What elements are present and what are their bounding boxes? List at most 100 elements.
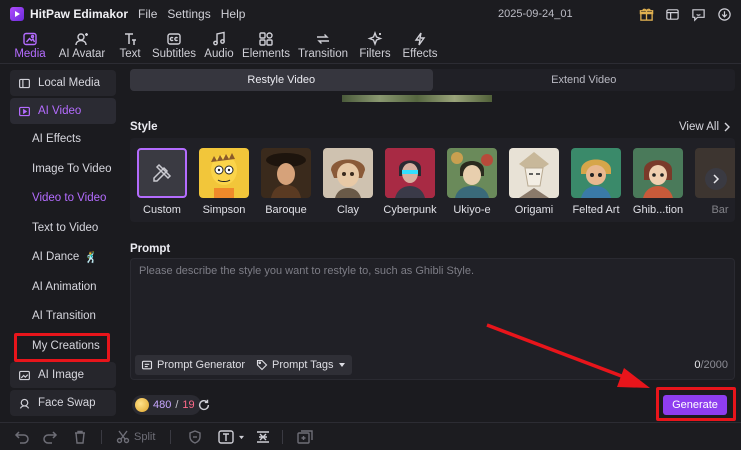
undo-icon[interactable] bbox=[14, 429, 30, 445]
tab-filters[interactable]: Filters bbox=[353, 28, 397, 64]
tab-restyle-video[interactable]: Restyle Video bbox=[130, 69, 433, 91]
delete-icon[interactable] bbox=[73, 429, 87, 445]
style-label: Felted Art bbox=[572, 204, 620, 216]
sidebar-item-image-to-video[interactable]: Image To Video bbox=[10, 156, 116, 182]
sidebar-item-label: AI Image bbox=[38, 369, 85, 381]
character-counter: 0/2000 bbox=[694, 359, 728, 371]
refresh-icon[interactable] bbox=[196, 397, 212, 413]
style-label: Cyberpunk bbox=[383, 204, 437, 216]
sidebar-item-video-to-video[interactable]: Video to Video bbox=[10, 185, 116, 211]
download-icon[interactable] bbox=[715, 5, 733, 23]
credits-available: 480 bbox=[153, 399, 172, 411]
gallery-next-button[interactable] bbox=[705, 168, 727, 190]
tab-transition[interactable]: Transition bbox=[293, 28, 353, 64]
prompt-generator-dropdown[interactable]: Prompt Generator bbox=[135, 355, 264, 375]
prompt-input[interactable] bbox=[135, 261, 730, 349]
split-button[interactable]: Split bbox=[116, 429, 155, 445]
tab-subtitles[interactable]: Subtitles bbox=[149, 28, 199, 64]
style-thumb-image bbox=[447, 148, 497, 198]
credits-badge: 480/19 bbox=[132, 395, 201, 415]
tab-extend-video[interactable]: Extend Video bbox=[433, 69, 736, 91]
style-card-ghibli[interactable]: Ghib...tion bbox=[632, 148, 684, 216]
sidebar-item-label: AI Video bbox=[38, 105, 82, 117]
face-swap-icon bbox=[16, 395, 32, 411]
view-all-link[interactable]: View All bbox=[679, 121, 731, 133]
tab-audio[interactable]: Audio bbox=[199, 28, 239, 64]
prompt-tags-dropdown[interactable]: Prompt Tags bbox=[250, 355, 352, 375]
style-label: Clay bbox=[336, 204, 359, 216]
tab-ai-avatar[interactable]: AI Avatar bbox=[53, 28, 111, 64]
menu-help[interactable]: Help bbox=[221, 7, 246, 21]
tab-transition-label: Transition bbox=[297, 48, 349, 60]
style-card-clay[interactable]: Clay bbox=[322, 148, 374, 216]
style-card-simpson[interactable]: Simpson bbox=[198, 148, 250, 216]
tab-effects[interactable]: Effects bbox=[397, 28, 443, 64]
redo-icon[interactable] bbox=[42, 429, 58, 445]
gift-icon[interactable] bbox=[637, 5, 655, 23]
title-bar: HitPaw Edimakor File Settings Help 2025-… bbox=[0, 0, 741, 28]
tab-subtitles-label: Subtitles bbox=[151, 48, 197, 60]
menu-bar: File Settings Help bbox=[138, 7, 245, 21]
style-thumb-image bbox=[633, 148, 683, 198]
style-thumb-image bbox=[571, 148, 621, 198]
sidebar-item-face-swap[interactable]: Face Swap bbox=[10, 390, 116, 416]
style-thumb-image bbox=[261, 148, 311, 198]
sidebar-item-text-to-video[interactable]: Text to Video bbox=[10, 215, 116, 241]
caret-down-icon bbox=[338, 363, 345, 367]
sidebar-item-ai-video[interactable]: AI Video bbox=[10, 98, 116, 124]
sidebar-item-ai-animation[interactable]: AI Animation bbox=[10, 274, 116, 300]
ai-avatar-icon bbox=[75, 33, 88, 46]
tab-ai-avatar-label: AI Avatar bbox=[58, 48, 106, 60]
pencil-ruler-icon bbox=[153, 163, 172, 182]
style-card-felted-art[interactable]: Felted Art bbox=[570, 148, 622, 216]
sidebar-item-ai-transition[interactable]: AI Transition bbox=[10, 303, 116, 329]
style-card-ukiyo-e[interactable]: Ukiyo-e bbox=[446, 148, 498, 216]
tab-elements[interactable]: Elements bbox=[239, 28, 293, 64]
add-track-icon[interactable] bbox=[297, 429, 313, 445]
feedback-icon[interactable] bbox=[689, 5, 707, 23]
sidebar-item-label: Image To Video bbox=[32, 163, 112, 175]
sidebar-item-ai-image[interactable]: AI Image bbox=[10, 362, 116, 388]
subtitles-icon bbox=[167, 33, 181, 45]
style-label: Ukiyo-e bbox=[453, 204, 491, 216]
style-card-cyberpunk[interactable]: Cyberpunk bbox=[383, 148, 437, 216]
app-name: HitPaw Edimakor bbox=[30, 7, 129, 21]
sidebar-item-local-media[interactable]: Local Media bbox=[10, 70, 116, 96]
tab-audio-label: Audio bbox=[204, 48, 234, 60]
sidebar-item-ai-dance[interactable]: AI Dance 🕺 bbox=[10, 244, 116, 270]
shield-icon[interactable] bbox=[189, 429, 201, 445]
style-label: Custom bbox=[143, 204, 181, 216]
tab-text[interactable]: Text bbox=[111, 28, 149, 64]
ai-video-icon bbox=[16, 103, 32, 119]
crop-icon[interactable] bbox=[255, 429, 271, 445]
sidebar-item-ai-effects[interactable]: AI Effects bbox=[10, 126, 116, 152]
menu-settings[interactable]: Settings bbox=[167, 7, 210, 21]
layout-icon[interactable] bbox=[663, 5, 681, 23]
style-thumb-image bbox=[323, 148, 373, 198]
style-card-custom[interactable]: Custom bbox=[136, 148, 188, 216]
text-style-dropdown[interactable] bbox=[218, 429, 245, 445]
sidebar-item-my-creations[interactable]: My Creations bbox=[10, 333, 116, 359]
local-media-icon bbox=[16, 75, 32, 91]
style-label: Origami bbox=[514, 204, 554, 216]
view-all-label: View All bbox=[678, 121, 719, 133]
prompt-generator-icon bbox=[141, 360, 153, 370]
sidebar-item-label: AI Animation bbox=[32, 281, 97, 293]
generate-button[interactable]: Generate bbox=[663, 395, 727, 415]
project-title: 2025-09-24_01 bbox=[498, 8, 573, 20]
tab-media[interactable]: Media bbox=[7, 28, 53, 64]
tab-text-label: Text bbox=[119, 48, 141, 60]
main-toolbar: Media AI Avatar Text Subtitles Audio Ele… bbox=[0, 28, 741, 64]
menu-file[interactable]: File bbox=[138, 7, 157, 21]
filters-icon bbox=[367, 31, 383, 46]
style-card-baroque[interactable]: Baroque bbox=[260, 148, 312, 216]
chevron-right-icon bbox=[713, 174, 720, 184]
sidebar-item-label: Face Swap bbox=[38, 397, 96, 409]
toolbar-divider bbox=[170, 430, 171, 444]
tab-elements-label: Elements bbox=[242, 48, 290, 60]
text-icon bbox=[125, 33, 136, 45]
style-label: Bar bbox=[711, 204, 729, 216]
sidebar-item-label: Local Media bbox=[38, 77, 101, 89]
custom-style-thumb bbox=[137, 148, 187, 198]
style-card-origami[interactable]: Origami bbox=[508, 148, 560, 216]
